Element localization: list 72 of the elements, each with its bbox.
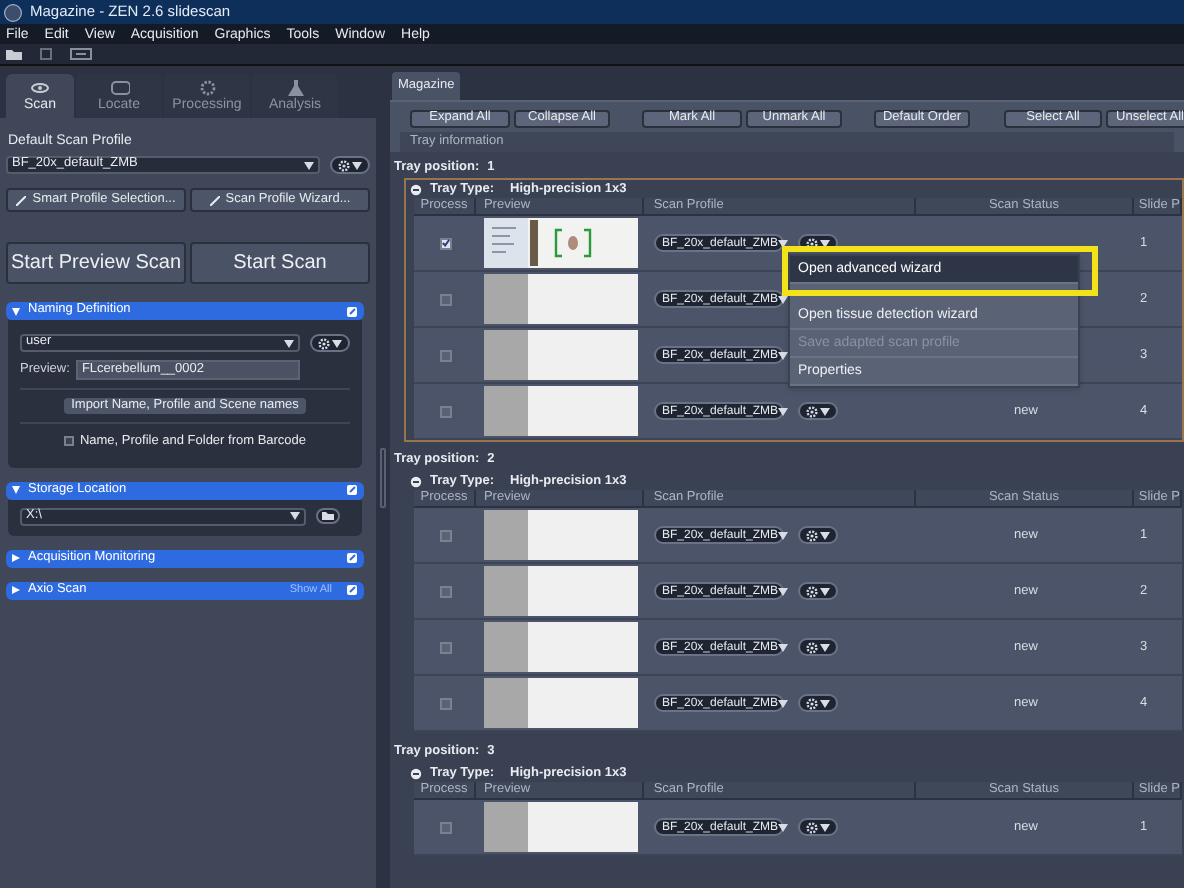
gear-button[interactable] (798, 638, 838, 656)
folder-icon (6, 48, 22, 60)
gear-button[interactable] (798, 402, 838, 420)
checkbox[interactable] (439, 641, 451, 653)
caret-icon (820, 407, 830, 415)
checkbox[interactable] (439, 585, 451, 597)
save-icon (40, 48, 52, 60)
caret-icon (332, 339, 342, 347)
caret-icon (778, 587, 789, 595)
caret-icon (820, 699, 830, 707)
gear-icon (806, 529, 818, 541)
caret-icon (284, 339, 294, 347)
checkbox[interactable] (439, 237, 451, 249)
display-icon (70, 48, 92, 60)
caret-icon (778, 699, 789, 707)
checkbox[interactable] (63, 436, 74, 447)
detach-icon (346, 305, 358, 317)
checkbox[interactable] (439, 821, 451, 833)
caret-icon (820, 643, 830, 651)
gear-button[interactable] (798, 582, 838, 600)
scan-button[interactable]: Start Preview Scan (6, 242, 186, 284)
gear-button[interactable] (330, 156, 370, 174)
checkbox[interactable] (439, 697, 451, 709)
folder-icon (322, 512, 334, 521)
checkbox[interactable] (439, 293, 451, 305)
wand-icon (209, 195, 220, 205)
gear-icon (806, 237, 818, 249)
caret-icon (778, 239, 789, 247)
detach-icon (346, 484, 358, 497)
caret-icon (820, 239, 830, 247)
gear-button[interactable] (798, 694, 838, 712)
check-icon (441, 238, 449, 248)
gear-icon (806, 641, 818, 653)
gear-icon (806, 405, 818, 417)
splitter-handle[interactable] (380, 447, 386, 507)
caret-icon (778, 295, 789, 303)
caret-icon (778, 643, 789, 651)
gear-icon (806, 585, 818, 597)
wand-icon (16, 195, 27, 205)
gear-icon (806, 821, 818, 833)
caret-icon (352, 161, 362, 169)
gear-button[interactable] (798, 818, 838, 836)
eye-icon (30, 80, 50, 96)
collapse-arrow-icon (12, 486, 20, 495)
gear-button[interactable] (798, 526, 838, 544)
expand-arrow-icon (12, 586, 20, 595)
expand-arrow-icon (12, 554, 20, 563)
caret-icon (778, 351, 789, 359)
gear-button[interactable] (310, 334, 350, 352)
browse-button[interactable] (316, 508, 340, 525)
checkbox[interactable] (439, 349, 451, 361)
caret-icon (290, 512, 300, 521)
gear-icon (338, 159, 350, 171)
frame-icon (109, 80, 129, 96)
gear-icon (197, 80, 217, 96)
detach-icon (346, 552, 358, 565)
app-logo-icon (4, 3, 22, 21)
caret-icon (820, 587, 830, 595)
gear-icon (318, 337, 330, 349)
caret-icon (304, 161, 314, 169)
caret-icon (820, 823, 830, 831)
caret-icon (778, 407, 789, 415)
detach-icon (346, 584, 358, 597)
caret-icon (778, 531, 789, 539)
collapse-arrow-icon (12, 307, 20, 315)
caret-icon (778, 823, 789, 831)
caret-icon (820, 531, 830, 539)
checkbox[interactable] (439, 529, 451, 541)
scan-button[interactable]: Start Scan (190, 242, 370, 284)
gear-icon (806, 697, 818, 709)
checkbox[interactable] (439, 405, 451, 417)
flask-icon (285, 80, 305, 96)
